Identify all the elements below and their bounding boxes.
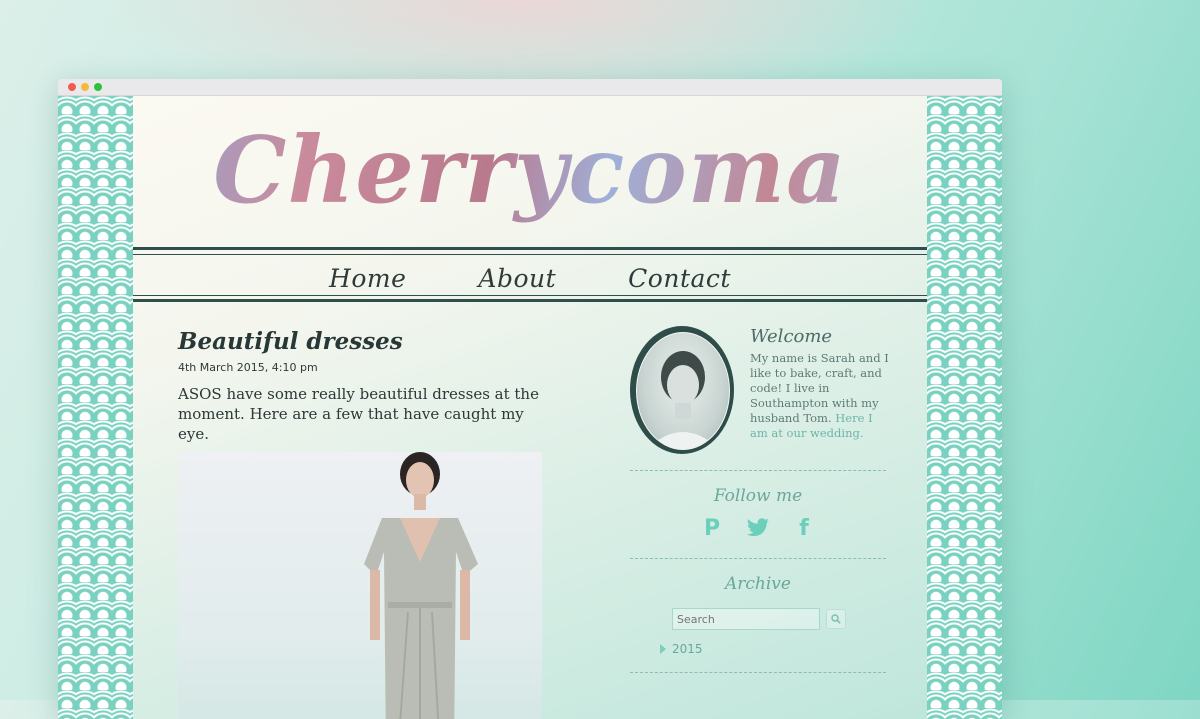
main-nav: Home About Contact bbox=[133, 259, 927, 297]
blog-page: Cherrycoma Home About Contact Beautiful … bbox=[133, 96, 927, 719]
nav-divider-top bbox=[133, 247, 927, 250]
sidebar-divider bbox=[630, 558, 886, 559]
post-body: ASOS have some really beautiful dresses … bbox=[178, 385, 539, 443]
archive-search bbox=[672, 608, 846, 630]
site-logo[interactable]: Cherrycoma bbox=[133, 116, 927, 224]
facebook-icon[interactable]: f bbox=[792, 516, 816, 541]
follow-heading: Follow me bbox=[713, 486, 803, 506]
profile-photo-frame bbox=[630, 326, 734, 454]
archive-year-label: 2015 bbox=[672, 642, 703, 656]
dress-photo[interactable] bbox=[178, 452, 542, 719]
nav-about-link[interactable]: About bbox=[478, 264, 556, 293]
nav-home-link[interactable]: Home bbox=[329, 264, 406, 293]
sidebar-divider bbox=[630, 672, 886, 673]
search-icon bbox=[831, 614, 841, 624]
dress-model-illustration bbox=[364, 452, 478, 719]
minimize-window-button[interactable] bbox=[81, 83, 89, 91]
browser-window: Cherrycoma Home About Contact Beautiful … bbox=[58, 79, 1002, 719]
twitter-icon[interactable] bbox=[746, 516, 770, 540]
nav-divider-bottom bbox=[133, 299, 927, 302]
social-links: P f bbox=[630, 516, 886, 541]
close-window-button[interactable] bbox=[68, 83, 76, 91]
search-button[interactable] bbox=[826, 609, 846, 629]
heart-pattern-right bbox=[927, 96, 1002, 719]
welcome-title: Welcome bbox=[750, 326, 833, 347]
window-titlebar bbox=[58, 79, 1002, 96]
blog-post: Beautiful dresses 4th March 2015, 4:10 p… bbox=[178, 328, 548, 719]
nav-contact-link[interactable]: Contact bbox=[628, 264, 731, 293]
heart-pattern-left bbox=[58, 96, 133, 719]
maximize-window-button[interactable] bbox=[94, 83, 102, 91]
profile-photo bbox=[636, 332, 730, 450]
nav-divider-bottom-thin bbox=[133, 295, 927, 296]
welcome-block: Welcome My name is Sarah and I like to b… bbox=[750, 326, 890, 441]
expand-triangle-icon bbox=[660, 644, 666, 654]
post-date: 4th March 2015, 4:10 pm bbox=[178, 361, 318, 374]
sidebar-divider bbox=[630, 470, 886, 471]
archive-heading: Archive bbox=[725, 574, 791, 594]
post-title[interactable]: Beautiful dresses bbox=[178, 328, 548, 355]
welcome-text: My name is Sarah and I like to bake, cra… bbox=[750, 351, 890, 441]
pinterest-icon[interactable]: P bbox=[700, 516, 724, 541]
nav-divider-top-thin bbox=[133, 254, 927, 255]
archive-search-input[interactable] bbox=[672, 608, 820, 630]
archive-year-2015[interactable]: 2015 bbox=[660, 642, 703, 656]
